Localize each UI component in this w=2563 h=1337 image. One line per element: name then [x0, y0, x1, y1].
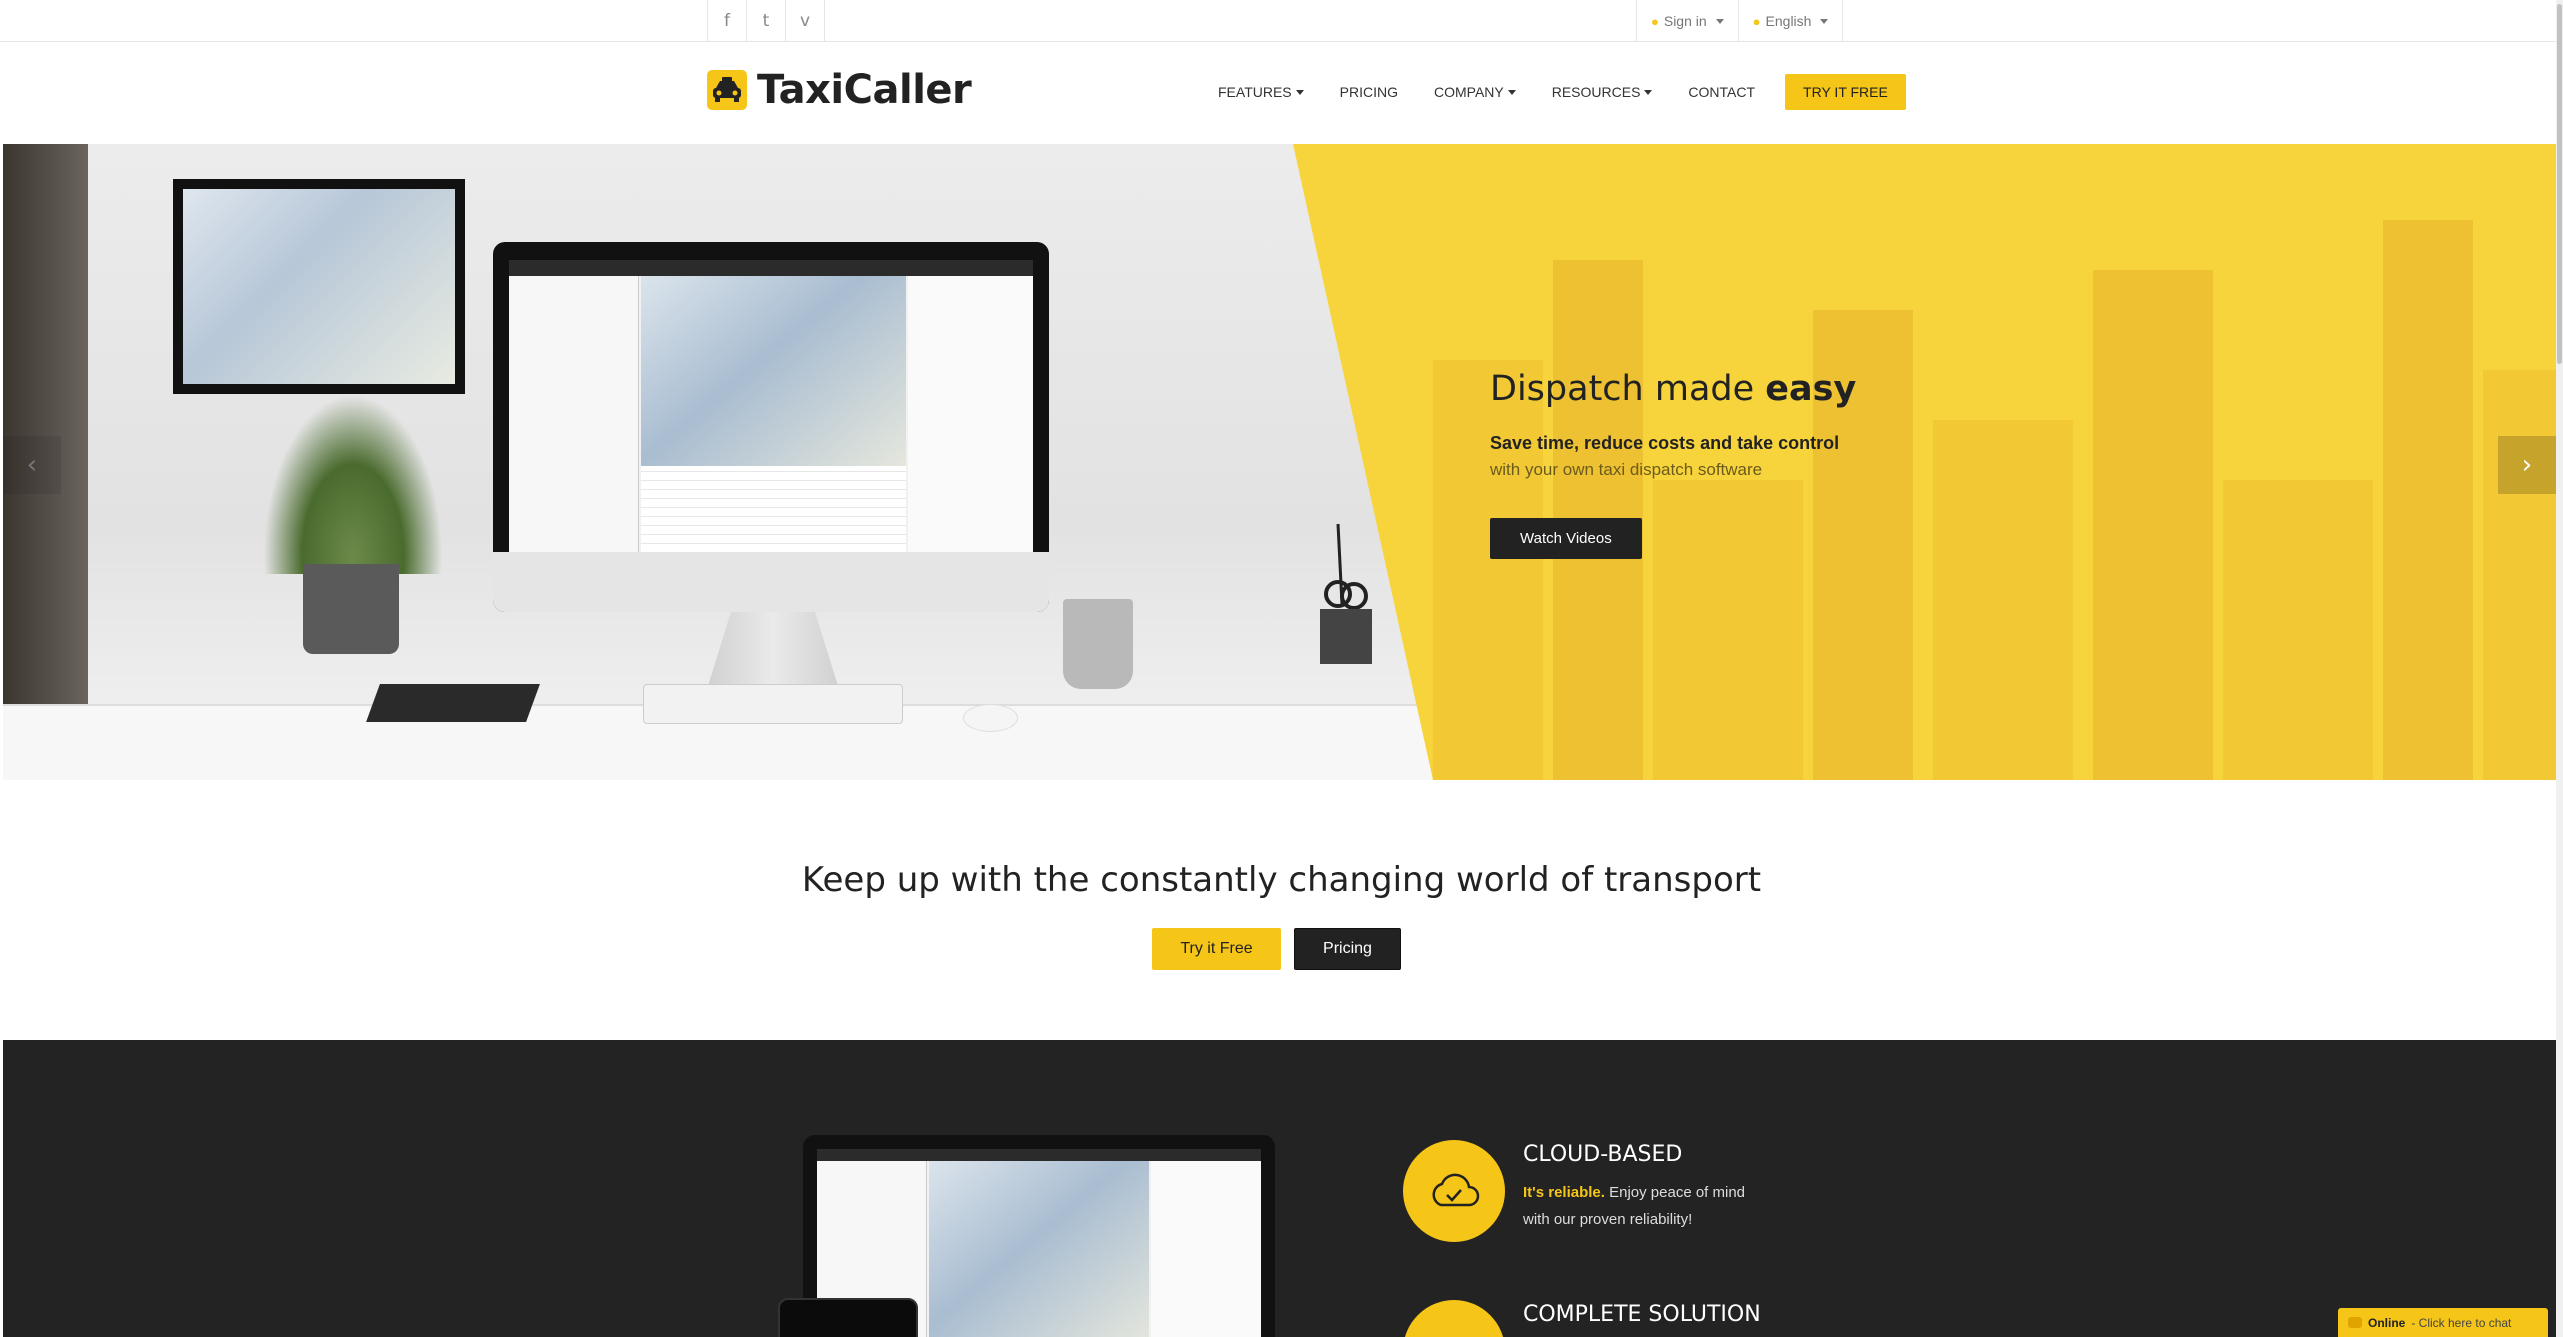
chat-text: - Click here to chat [2411, 1315, 2512, 1330]
account-language-menu: ● Sign in ● English [1636, 0, 1844, 42]
sign-in-dropdown[interactable]: ● Sign in [1637, 0, 1739, 42]
chevron-down-icon [1295, 89, 1304, 95]
tagline-heading: Keep up with the constantly changing wor… [801, 860, 1762, 900]
watch-videos-button[interactable]: Watch Videos [1490, 518, 1642, 559]
taxi-logo-icon [707, 70, 747, 110]
desktop-monitor [493, 242, 1049, 612]
social-links: f t v [707, 0, 825, 42]
pricing-cta-button[interactable]: Pricing [1294, 928, 1401, 970]
globe-icon: ● [1752, 13, 1761, 29]
sign-in-label: Sign in [1663, 13, 1707, 29]
feature-highlight: It's reliable. [1523, 1184, 1605, 1201]
wall-map-screen [173, 179, 465, 394]
notebook [366, 684, 540, 722]
logo[interactable]: TaxiCaller [707, 67, 972, 113]
nav-resources-label: RESOURCES [1551, 84, 1641, 100]
user-icon: ● [1651, 13, 1659, 29]
feature-description: It's reliable. Enjoy peace of mind with … [1523, 1179, 1763, 1233]
nav-pricing[interactable]: PRICING [1322, 74, 1416, 110]
hero-title-bold: easy [1765, 369, 1857, 409]
hero-desk-photo [3, 144, 1443, 780]
page: f t v ● Sign in ● English TaxiCaller FEA… [0, 0, 2563, 1337]
hero-title-light: Dispatch made [1490, 369, 1766, 409]
language-label: English [1765, 13, 1812, 29]
chat-widget[interactable]: Online - Click here to chat [2338, 1308, 2548, 1337]
nav-contact[interactable]: CONTACT [1670, 74, 1773, 110]
plant-pot [303, 564, 399, 654]
dispatch-app-screenshot [509, 260, 1033, 552]
nav-pricing-label: PRICING [1339, 84, 1398, 100]
try-it-free-cta-button[interactable]: Try it Free [1152, 928, 1281, 970]
chat-bubble-icon [2348, 1317, 2362, 1328]
site-header: TaxiCaller FEATURES PRICING COMPANY RESO… [0, 43, 2563, 144]
try-it-free-button[interactable]: TRY IT FREE [1785, 74, 1906, 110]
chevron-down-icon [1644, 89, 1653, 95]
nav-company[interactable]: COMPANY [1416, 74, 1534, 110]
logo-text: TaxiCaller [757, 67, 972, 113]
pen-cup [1320, 523, 1372, 664]
carousel-prev-arrow-icon[interactable]: ‹ [3, 436, 61, 494]
chevron-down-icon [1507, 89, 1516, 95]
tablet-device [778, 1298, 918, 1337]
mug [1063, 599, 1133, 689]
keyboard [643, 684, 903, 724]
nav-contact-label: CONTACT [1688, 84, 1756, 100]
chevron-down-icon [1820, 18, 1829, 24]
carousel-next-arrow-icon[interactable]: › [2498, 436, 2556, 494]
features-section: CLOUD-BASED It's reliable. Enjoy peace o… [3, 1040, 2556, 1337]
page-scrollbar[interactable] [2556, 0, 2563, 1337]
chat-status: Online [2368, 1315, 2406, 1330]
hero-subtitle: Save time, reduce costs and take control [1490, 433, 1840, 453]
nav-company-label: COMPANY [1433, 84, 1504, 100]
feature-complete-solution: COMPLETE SOLUTION [1403, 1300, 1761, 1337]
hero-carousel: Dispatch made easy Save time, reduce cos… [3, 144, 2556, 780]
complete-solution-icon [1403, 1300, 1505, 1337]
nav-features[interactable]: FEATURES [1200, 74, 1322, 110]
language-dropdown[interactable]: ● English [1739, 0, 1844, 42]
tagline-cta-group: Try it Free Pricing [1152, 928, 1401, 970]
feature-title: COMPLETE SOLUTION [1523, 1302, 1761, 1327]
vimeo-icon[interactable]: v [786, 0, 825, 42]
nav-resources[interactable]: RESOURCES [1534, 74, 1671, 110]
hero-copy: Dispatch made easy Save time, reduce cos… [1490, 369, 1856, 559]
scrollbar-thumb[interactable] [2557, 4, 2562, 364]
facebook-icon[interactable]: f [708, 0, 747, 42]
nav-features-label: FEATURES [1218, 84, 1292, 100]
cloud-check-icon [1403, 1140, 1505, 1242]
plant [263, 394, 443, 574]
twitter-icon[interactable]: t [747, 0, 786, 42]
chevron-down-icon [1715, 18, 1724, 24]
mouse [963, 704, 1018, 732]
hero-title: Dispatch made easy [1490, 369, 1856, 409]
main-nav: FEATURES PRICING COMPANY RESOURCES CONTA… [1200, 74, 1906, 110]
top-utility-bar: f t v ● Sign in ● English [0, 0, 2563, 42]
feature-title: CLOUD-BASED [1523, 1142, 1683, 1167]
feature-cloud-based: CLOUD-BASED It's reliable. Enjoy peace o… [1403, 1140, 1763, 1242]
city-skyline [1293, 144, 2556, 780]
hero-subtitle-secondary: with your own taxi dispatch software [1490, 460, 1763, 479]
